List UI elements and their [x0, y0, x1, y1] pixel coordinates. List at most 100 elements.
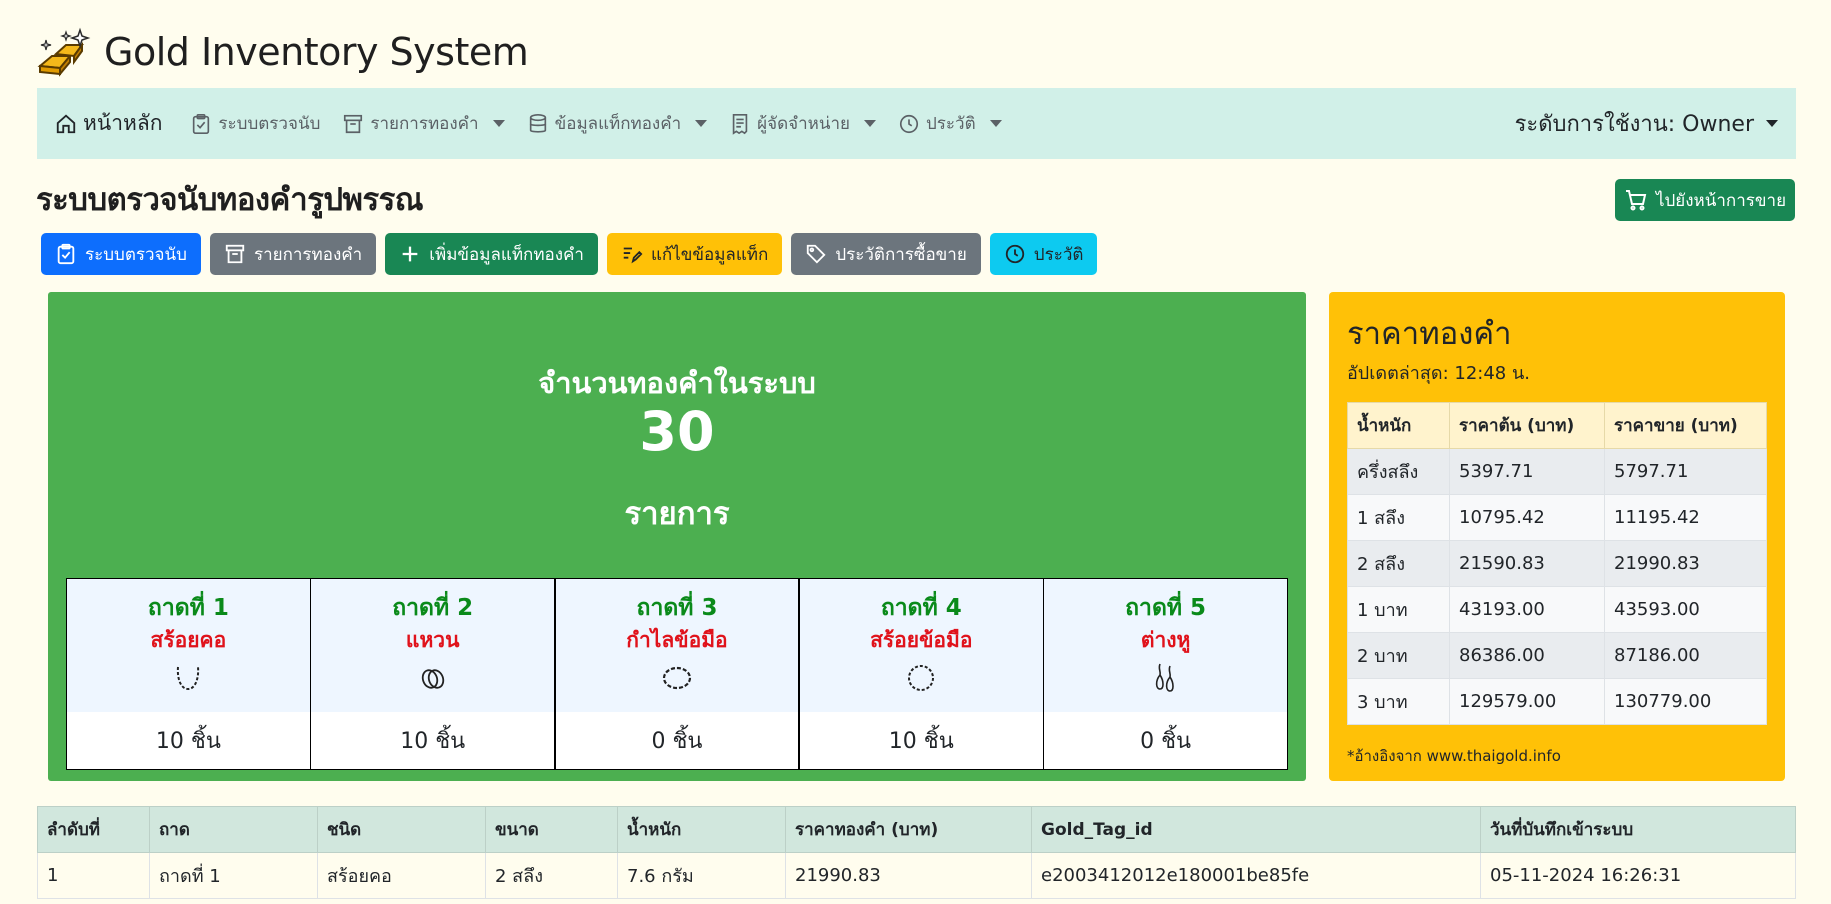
tray-count: 0 ชิ้น [555, 712, 799, 769]
action-bar: ระบบตรวจนับ รายการทองคำ เพิ่มข้อมูลแท็กท… [41, 233, 1098, 275]
archive-icon [225, 244, 245, 264]
nav-item-count-system[interactable]: ระบบตรวจนับ [190, 110, 320, 137]
gold-count-summary: จำนวนทองคำในระบบ 30 รายการ ถาดที่ 1 สร้อ… [48, 292, 1306, 781]
cell-size: 2 สลึง [485, 852, 618, 899]
price-sell: 43593.00 [1604, 586, 1767, 633]
tray-header: ถาดที่ 2 แหวน [311, 579, 555, 712]
chevron-down-icon [492, 120, 505, 127]
cell-price: 21990.83 [785, 852, 1032, 899]
col-weight[interactable]: น้ำหนัก [617, 806, 786, 853]
price-weight: 1 บาท [1347, 586, 1450, 633]
edit-icon [623, 247, 643, 264]
cell-weight: 7.6 กรัม [617, 852, 786, 899]
archive-icon [344, 114, 363, 133]
gold-list-button[interactable]: รายการทองคำ [209, 233, 377, 275]
count-system-label: ระบบตรวจนับ [85, 244, 187, 265]
clipboard-check-icon [57, 243, 75, 265]
nav-home[interactable]: หน้าหลัก [55, 107, 162, 140]
tray-type: สร้อยข้อมือ [870, 628, 973, 652]
database-icon [529, 113, 546, 133]
chevron-down-icon [695, 120, 708, 127]
app-header: Gold Inventory System [36, 26, 529, 78]
cell-index: 1 [37, 852, 150, 899]
price-cost: 5397.71 [1449, 448, 1605, 495]
nav-item-label: ระบบตรวจนับ [218, 114, 321, 134]
price-weight: 3 บาท [1347, 678, 1450, 725]
user-level-label: ระดับการใช้งาน: Owner [1514, 112, 1754, 137]
price-sell: 11195.42 [1604, 494, 1767, 541]
price-col-cost: ราคาต้น (บาท) [1449, 402, 1605, 449]
go-to-sale-label: ไปยังหน้าการขาย [1655, 190, 1787, 211]
col-price[interactable]: ราคาทองคำ (บาท) [785, 806, 1032, 853]
col-index[interactable]: ลำดับที่ [37, 806, 150, 853]
gold-price-card: ราคาทองคำ อัปเดตล่าสุด: 12:48 น. น้ำหนัก… [1329, 292, 1785, 781]
price-header-row: น้ำหนัก ราคาต้น (บาท) ราคาขาย (บาท) [1347, 402, 1767, 449]
page-title: ระบบตรวจนับทองคำรูปพรรณ [36, 182, 424, 218]
gold-price-table: น้ำหนัก ราคาต้น (บาท) ราคาขาย (บาท) ครึ่… [1347, 402, 1767, 725]
cell-date: 05-11-2024 16:26:31 [1480, 852, 1796, 899]
tray-type: กำไลข้อมือ [626, 628, 728, 652]
trade-history-label: ประวัติการซื้อขาย [835, 244, 967, 265]
nav-item-label: รายการทองคำ [370, 114, 479, 134]
home-icon [56, 114, 76, 133]
cart-icon [1625, 190, 1647, 211]
table-row[interactable]: 1 ถาดที่ 1 สร้อยคอ 2 สลึง 7.6 กรัม 21990… [37, 852, 1796, 899]
price-row: 1 บาท 43193.00 43593.00 [1347, 586, 1767, 633]
col-size[interactable]: ขนาด [485, 806, 618, 853]
price-source-note: *อ้างอิงจาก www.thaigold.info [1347, 747, 1561, 765]
trade-history-button[interactable]: ประวัติการซื้อขาย [791, 233, 981, 275]
nav-item-gold-list[interactable]: รายการทองคำ [342, 110, 505, 137]
tray-3[interactable]: ถาดที่ 3 กำไลข้อมือ 0 ชิ้น [555, 579, 799, 769]
tray-2[interactable]: ถาดที่ 2 แหวน 10 ชิ้น [311, 579, 555, 769]
price-weight: 1 สลึง [1347, 494, 1450, 541]
price-weight: 2 บาท [1347, 632, 1450, 679]
add-gold-tag-button[interactable]: เพิ่มข้อมูลแท็กทองคำ [385, 233, 598, 275]
plus-icon [402, 246, 418, 262]
nav-item-distributor[interactable]: ผู้จัดจำหน่าย [729, 110, 876, 137]
history-button[interactable]: ประวัติ [989, 233, 1098, 275]
price-row: 2 บาท 86386.00 87186.00 [1347, 632, 1767, 679]
col-type[interactable]: ชนิด [317, 806, 486, 853]
price-col-sell: ราคาขาย (บาท) [1604, 402, 1767, 449]
col-tray[interactable]: ถาด [149, 806, 318, 853]
gold-inventory-table: ลำดับที่ ถาด ชนิด ขนาด น้ำหนัก ราคาทองคำ… [37, 806, 1796, 899]
gold-list-label: รายการทองคำ [253, 244, 363, 265]
table-header-row: ลำดับที่ ถาด ชนิด ขนาด น้ำหนัก ราคาทองคำ… [37, 806, 1796, 853]
add-gold-tag-label: เพิ่มข้อมูลแท็กทองคำ [429, 244, 584, 265]
tray-header: ถาดที่ 4 สร้อยข้อมือ [799, 579, 1043, 712]
price-weight: ครึ่งสลึง [1347, 448, 1450, 495]
tray-name: ถาดที่ 1 [147, 595, 229, 621]
tray-header: ถาดที่ 3 กำไลข้อมือ [555, 579, 799, 712]
edit-tag-button[interactable]: แก้ไขข้อมูลแท็ก [606, 233, 783, 275]
nav-item-gold-tag-data[interactable]: ข้อมูลแท็กทองคำ [527, 110, 708, 137]
tray-type: สร้อยคอ [150, 628, 227, 652]
rings-icon [421, 669, 444, 689]
price-cost: 10795.42 [1449, 494, 1605, 541]
tray-count: 10 ชิ้น [67, 712, 310, 769]
cell-type: สร้อยคอ [317, 852, 486, 899]
tray-name: ถาดที่ 5 [1125, 595, 1207, 621]
cell-tray: ถาดที่ 1 [149, 852, 318, 899]
nav-item-history[interactable]: ประวัติ [898, 110, 1002, 137]
bangle-icon [662, 666, 692, 690]
price-row: ครึ่งสลึง 5397.71 5797.71 [1347, 448, 1767, 495]
count-system-button[interactable]: ระบบตรวจนับ [41, 233, 201, 275]
tray-5[interactable]: ถาดที่ 5 ต่างหู 0 ชิ้น [1044, 579, 1287, 769]
chevron-down-icon [1766, 120, 1778, 127]
gold-bars-sparkle-icon [37, 27, 91, 77]
tray-count: 0 ชิ้น [1044, 712, 1287, 769]
tray-4[interactable]: ถาดที่ 4 สร้อยข้อมือ 10 ชิ้น [799, 579, 1043, 769]
clock-icon [1005, 244, 1024, 264]
tray-1[interactable]: ถาดที่ 1 สร้อยคอ 10 ชิ้น [67, 579, 310, 769]
nav-item-label: ประวัติ [925, 114, 976, 134]
col-tag-id[interactable]: Gold_Tag_id [1031, 806, 1481, 853]
price-cost: 129579.00 [1449, 678, 1605, 725]
user-level-dropdown[interactable]: ระดับการใช้งาน: Owner [1515, 106, 1778, 141]
col-date[interactable]: วันที่บันทึกเข้าระบบ [1480, 806, 1796, 853]
chevron-down-icon [863, 120, 876, 127]
summary-count: 30 [639, 400, 715, 463]
go-to-sale-button[interactable]: ไปยังหน้าการขาย [1615, 179, 1795, 221]
necklace-icon [177, 666, 200, 691]
earrings-icon [1155, 663, 1174, 692]
price-sell: 5797.71 [1604, 448, 1767, 495]
